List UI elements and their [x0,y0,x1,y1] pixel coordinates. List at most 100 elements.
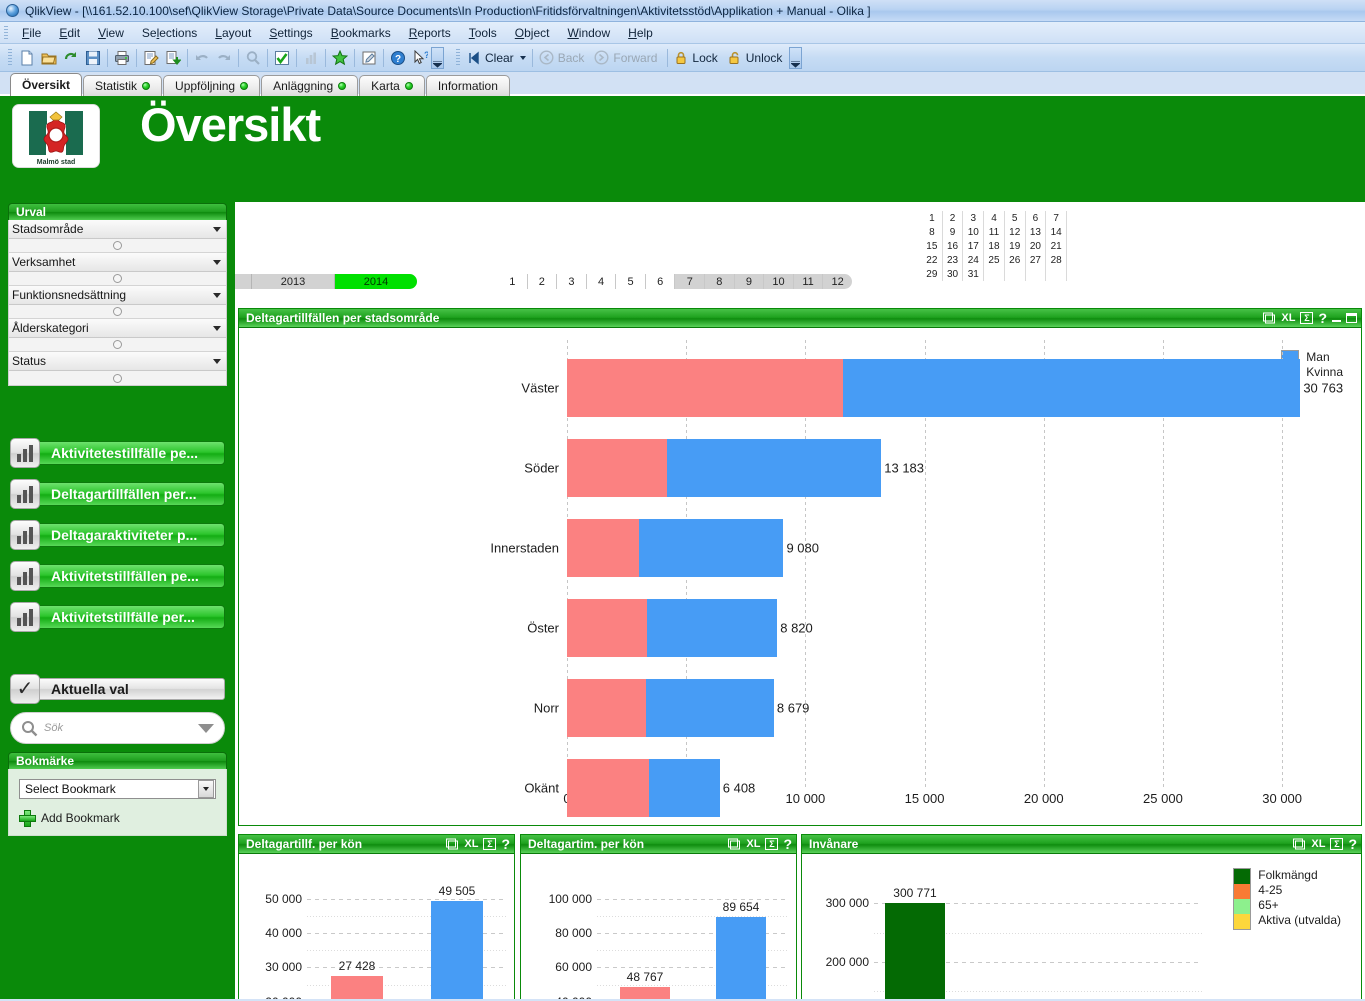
chart-deltagartim-per-kon[interactable]: Deltagartim. per kön XL Σ ? 020 00040 00… [520,834,797,999]
link-aktivitetstillfallen[interactable]: Aktivitetstillfällen pe... [10,561,225,591]
tab-karta[interactable]: Karta [359,75,425,96]
legend-swatch-0[interactable] [1234,869,1251,884]
bar-segment-man[interactable] [667,439,882,497]
menu-tools[interactable]: Tools [460,24,506,42]
menu-settings[interactable]: Settings [260,24,321,42]
bar-segment-kvinna[interactable] [567,519,639,577]
year-cell-2014[interactable]: 2014 [335,274,417,289]
help-icon[interactable]: ? [501,837,510,851]
day-cell-29[interactable]: 29 [922,267,943,281]
legend-swatch-3[interactable] [1234,914,1251,929]
link-deltagaraktiviteter[interactable]: Deltagaraktiviteter p... [10,520,225,550]
stacked-bar[interactable] [567,439,882,497]
day-cell-22[interactable]: 22 [922,253,943,267]
forward-button[interactable]: Forward [591,47,664,69]
menu-file[interactable]: File [13,24,50,42]
reload-icon[interactable] [60,47,82,69]
table-view-icon[interactable]: Σ [1330,838,1344,850]
table-view-icon[interactable]: Σ [1300,312,1314,324]
day-cell-4[interactable]: 4 [984,211,1005,225]
copy-to-clipboard-icon[interactable] [446,838,459,850]
menu-object[interactable]: Object [506,24,559,42]
clear-button[interactable]: Clear [464,47,529,69]
menu-edit[interactable]: Edit [50,24,89,42]
month-cell-7[interactable]: 7 [675,274,706,289]
toolbar-overflow-button[interactable] [431,46,444,69]
bookmark-star-icon[interactable] [329,47,351,69]
chart-icon[interactable] [300,47,322,69]
selections-toolbar-overflow-button[interactable] [789,46,803,69]
chevron-down-icon[interactable] [213,259,221,265]
day-cell-11[interactable]: 11 [984,225,1005,239]
menu-view[interactable]: View [89,24,133,42]
copy-to-clipboard-icon[interactable] [1263,312,1276,324]
bar-segment-man[interactable] [649,759,720,817]
day-cell-1[interactable]: 1 [922,211,943,225]
chevron-down-icon[interactable] [213,325,221,331]
bookmark-select[interactable]: Select Bookmark [19,779,216,799]
bar-column[interactable] [620,986,670,999]
day-cell-18[interactable]: 18 [984,239,1005,253]
bar-segment-kvinna[interactable] [567,759,650,817]
bar-column[interactable] [431,900,483,999]
current-selections-button[interactable]: ✓ Aktuella val [10,674,225,704]
legend-swatch-1[interactable] [1234,884,1251,899]
bar-column[interactable] [884,903,946,999]
month-cell-9[interactable]: 9 [734,274,765,289]
filter-alderskategori-scrollbar[interactable] [9,338,226,352]
link-aktivitetestillfalle[interactable]: Aktivitetestillfälle pe... [10,438,225,468]
bar-segment-man[interactable] [647,599,778,657]
search-input[interactable]: Sök [10,712,225,744]
month-cell-3[interactable]: 3 [557,274,587,289]
filter-stadsomrade[interactable]: Stadsområde [9,220,226,239]
chart-deltagartillfallen-per-stadsomrade[interactable]: Deltagartillfällen per stadsområde XL Σ … [238,308,1362,826]
day-cell-31[interactable]: 31 [963,267,985,281]
add-bookmark-button[interactable]: Add Bookmark [19,810,216,827]
day-cell-21[interactable]: 21 [1046,239,1067,253]
bar-column[interactable] [716,916,766,999]
scroll-knob-icon[interactable] [113,307,122,316]
filter-verksamhet-scrollbar[interactable] [9,272,226,286]
bar-segment-kvinna[interactable] [567,679,647,737]
month-cell-1[interactable]: 1 [498,274,528,289]
day-cell-12[interactable]: 12 [1005,225,1026,239]
link-aktivitetstillfalle-per[interactable]: Aktivitetstillfälle per... [10,602,225,632]
day-cell-14[interactable]: 14 [1046,225,1067,239]
maximize-icon[interactable] [1346,313,1357,323]
month-cell-10[interactable]: 10 [764,274,794,289]
bar-segment-man[interactable] [646,679,774,737]
lock-button[interactable]: Lock [671,47,724,69]
save-icon[interactable] [82,47,104,69]
export-excel-icon[interactable]: XL [1311,838,1325,850]
month-cell-2[interactable]: 2 [527,274,558,289]
day-cell-24[interactable]: 24 [963,253,985,267]
tab-statistik[interactable]: Statistik [83,75,163,96]
chevron-down-icon[interactable] [213,226,221,232]
day-cell-6[interactable]: 6 [1026,211,1047,225]
month-cell-5[interactable]: 5 [616,274,646,289]
menu-window[interactable]: Window [558,24,619,42]
stacked-bar[interactable] [567,359,1301,417]
undo-icon[interactable] [191,47,213,69]
menu-layout[interactable]: Layout [206,24,260,42]
month-cell-12[interactable]: 12 [823,274,852,289]
copy-to-clipboard-icon[interactable] [728,838,741,850]
filter-alderskategori[interactable]: Ålderskategori [9,319,226,338]
stacked-bar[interactable] [567,599,778,657]
day-cell-3[interactable]: 3 [963,211,985,225]
selections-toolbar-grip[interactable] [456,48,460,67]
toolbar-grip[interactable] [8,48,12,67]
day-cell-8[interactable]: 8 [922,225,943,239]
month-cell-11[interactable]: 11 [793,274,824,289]
month-selector[interactable]: 1 2 3 4 5 6 7 8 9 10 11 12 [497,273,853,290]
day-cell-23[interactable]: 23 [943,253,964,267]
back-button[interactable]: Back [536,47,592,69]
day-cell-16[interactable]: 16 [943,239,964,253]
current-selections-icon[interactable] [271,47,293,69]
day-cell-25[interactable]: 25 [984,253,1005,267]
export-excel-icon[interactable]: XL [1281,312,1295,324]
bar-segment-man[interactable] [638,519,784,577]
tab-anlaggning[interactable]: Anläggning [261,75,359,96]
clear-dropdown-caret[interactable] [519,55,526,60]
copy-to-clipboard-icon[interactable] [1293,838,1306,850]
